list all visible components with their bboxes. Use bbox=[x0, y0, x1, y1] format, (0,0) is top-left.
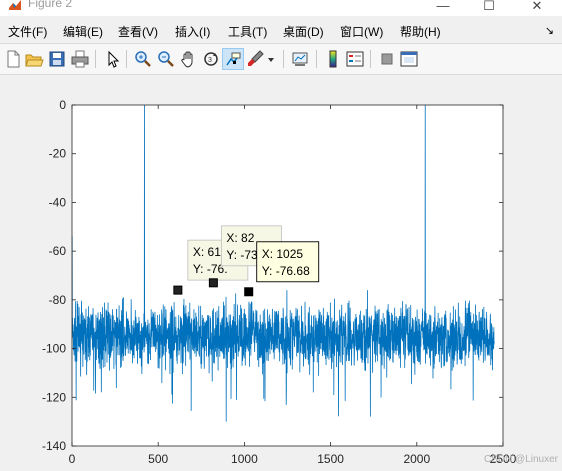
print-icon[interactable] bbox=[69, 48, 91, 70]
save-icon[interactable] bbox=[46, 48, 68, 70]
datatip-marker[interactable] bbox=[173, 285, 183, 295]
datatip-y-label: Y: -73 bbox=[226, 248, 258, 262]
figure-canvas[interactable]: 0 -20 -40 -60 -80 -100 -120 -140 0 500 1000 1500 200… bbox=[0, 75, 562, 471]
toolbar-separator bbox=[95, 50, 96, 68]
minimize-button[interactable]: — bbox=[420, 0, 466, 16]
show-plot-tools-icon[interactable] bbox=[398, 48, 420, 70]
close-button[interactable]: ✕ bbox=[514, 0, 560, 16]
window-title: Figure 2 bbox=[28, 0, 73, 10]
zoom-out-icon[interactable] bbox=[155, 48, 177, 70]
y-tick-label: -20 bbox=[49, 147, 67, 161]
menu-help[interactable]: 帮助(H) bbox=[400, 23, 441, 40]
open-file-icon[interactable] bbox=[23, 48, 45, 70]
toolbar-separator bbox=[370, 50, 371, 68]
x-tick-label: 0 bbox=[69, 452, 76, 466]
y-tick-label: 0 bbox=[59, 98, 66, 112]
hide-plot-tools-icon[interactable] bbox=[376, 48, 398, 70]
link-plot-icon[interactable] bbox=[289, 48, 311, 70]
new-figure-icon[interactable] bbox=[2, 48, 24, 70]
menu-insert[interactable]: 插入(I) bbox=[175, 23, 210, 40]
menu-window[interactable]: 窗口(W) bbox=[340, 23, 383, 40]
plot-axes[interactable]: 0-20-40-60-80-100-120-1400 500 1000 1500 200… bbox=[0, 75, 562, 471]
menu-edit[interactable]: 编辑(E) bbox=[63, 23, 103, 40]
title-bar: Figure 2 — ☐ ✕ bbox=[0, 0, 562, 16]
menu-file[interactable]: 文件(F) bbox=[8, 23, 47, 40]
brush-icon[interactable] bbox=[245, 48, 267, 70]
y-tick-label: -140 bbox=[42, 439, 66, 453]
maximize-button[interactable]: ☐ bbox=[466, 0, 512, 16]
insert-legend-icon[interactable] bbox=[344, 48, 366, 70]
x-tick-label: 500 bbox=[148, 452, 168, 466]
datatip-y-label: Y: -76.68 bbox=[262, 264, 310, 278]
x-tick-label: 2000 bbox=[403, 452, 430, 466]
toolbar-separator bbox=[283, 50, 284, 68]
rotate-3d-icon[interactable]: 3 bbox=[200, 48, 222, 70]
menu-view[interactable]: 查看(V) bbox=[118, 23, 158, 40]
x-tick-label: 1500 bbox=[317, 452, 344, 466]
y-tick-label: -40 bbox=[49, 195, 67, 209]
menu-overflow-arrow[interactable]: ↘ bbox=[545, 24, 554, 37]
figure-toolbar: 3 bbox=[0, 43, 562, 75]
insert-colorbar-icon[interactable] bbox=[322, 48, 344, 70]
zoom-in-icon[interactable] bbox=[132, 48, 154, 70]
y-tick-label: -80 bbox=[49, 293, 67, 307]
y-tick-label: -120 bbox=[42, 390, 66, 404]
menu-desktop[interactable]: 桌面(D) bbox=[283, 23, 324, 40]
pan-hand-icon[interactable] bbox=[178, 48, 200, 70]
brush-dropdown-icon[interactable] bbox=[266, 48, 276, 70]
y-tick-label: -60 bbox=[49, 244, 67, 258]
toolbar-separator bbox=[126, 50, 127, 68]
menu-bar: 文件(F) 编辑(E) 查看(V) 插入(I) 工具(T) 桌面(D) 窗口(W… bbox=[0, 18, 562, 42]
edit-plot-arrow-icon[interactable] bbox=[101, 48, 123, 70]
menu-tools[interactable]: 工具(T) bbox=[228, 23, 267, 40]
toolbar-separator bbox=[316, 50, 317, 68]
datatip-x-label: X: 1025 bbox=[262, 247, 304, 261]
y-tick-label: -100 bbox=[42, 342, 66, 356]
watermark: CSDN @Linuxer bbox=[483, 454, 558, 465]
datatip-marker[interactable] bbox=[208, 278, 218, 288]
data-cursor-icon[interactable] bbox=[222, 48, 244, 70]
matlab-logo-icon bbox=[9, 0, 21, 10]
datatip-x-label: X: 82 bbox=[226, 231, 254, 245]
x-tick-label: 1000 bbox=[231, 452, 258, 466]
datatip-marker[interactable] bbox=[244, 287, 254, 297]
svg-text:3: 3 bbox=[208, 57, 212, 64]
